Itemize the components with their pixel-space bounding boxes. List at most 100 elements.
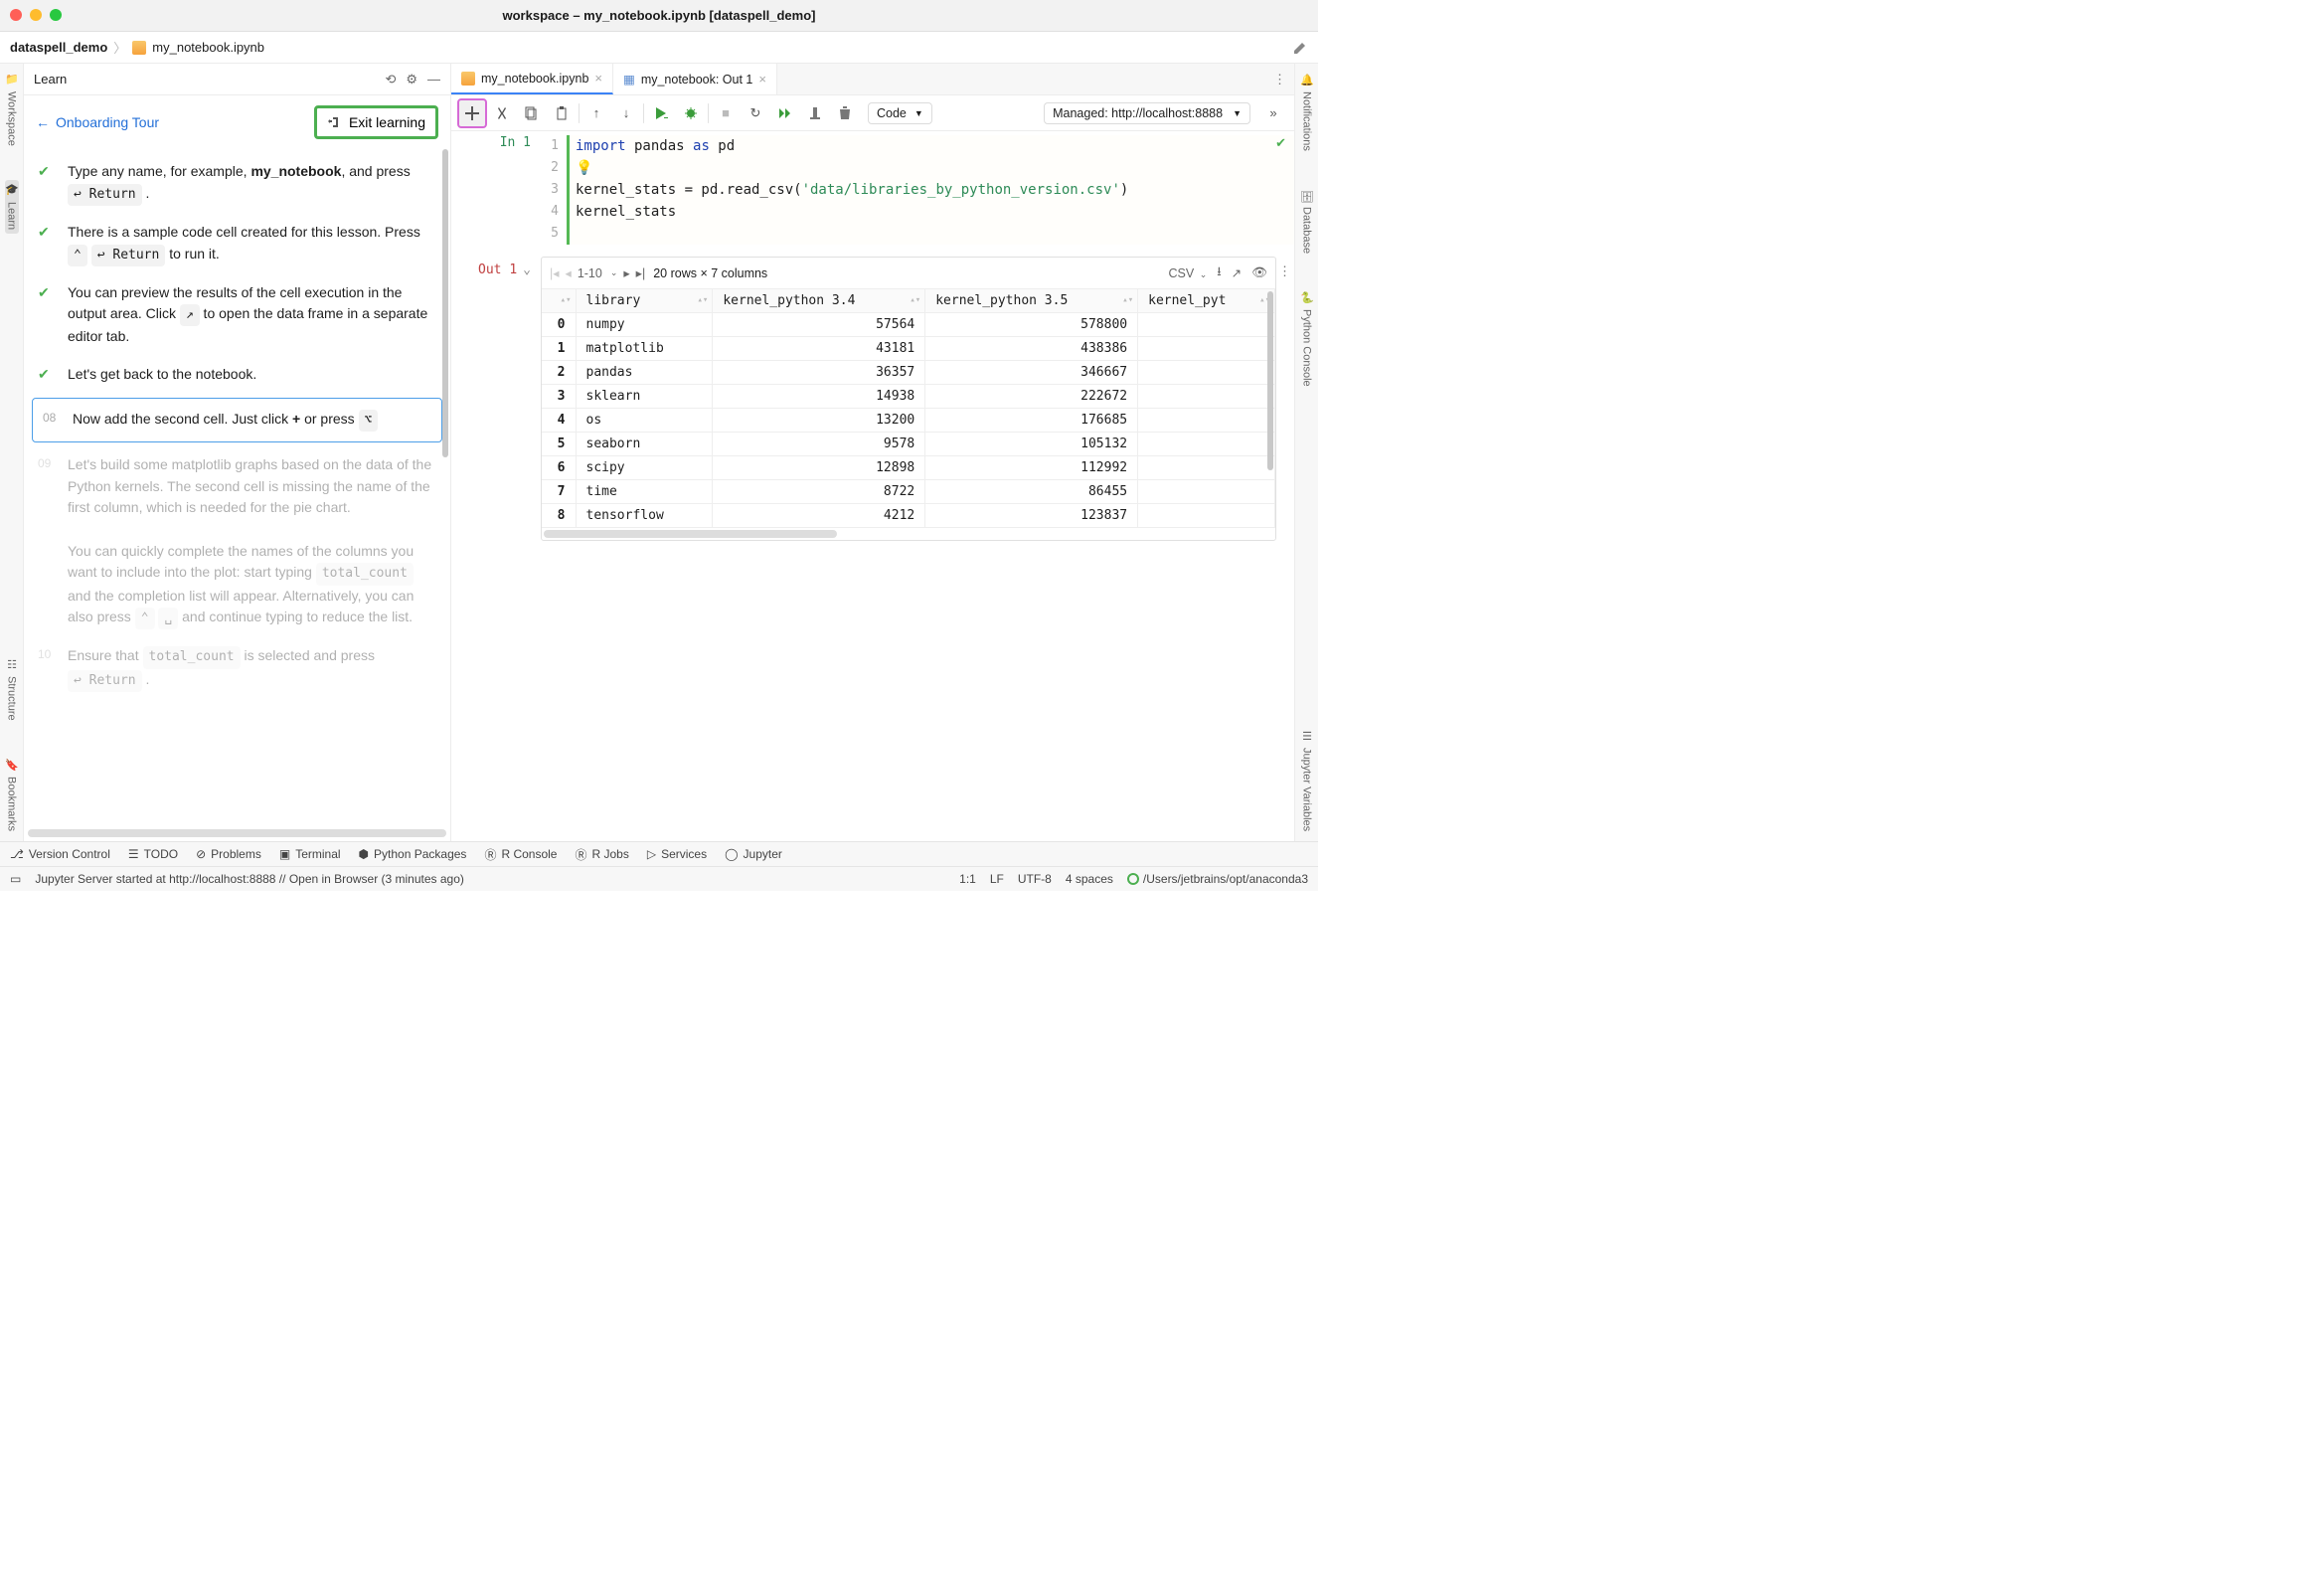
next-page-icon[interactable]: ▸ — [623, 265, 629, 280]
tw-python-packages[interactable]: ⬢Python Packages — [359, 847, 467, 861]
table-header[interactable]: kernel_python 3.4▴▾ — [713, 289, 925, 313]
scrollbar-horizontal[interactable] — [28, 829, 446, 837]
tw-todo[interactable]: ☰TODO — [128, 847, 178, 861]
interrupt-button[interactable]: ■ — [713, 100, 739, 126]
learn-step[interactable]: ✔You can preview the results of the cell… — [24, 274, 450, 357]
learn-step[interactable]: 09Let's build some matplotlib graphs bas… — [24, 446, 450, 637]
minimize-icon[interactable]: — — [427, 72, 440, 87]
table-row[interactable]: 6scipy12898112992 — [542, 456, 1275, 480]
copy-button[interactable] — [519, 100, 545, 126]
cell-type-select[interactable]: Code ▼ — [868, 102, 932, 124]
bulb-icon[interactable]: 💡 — [576, 157, 592, 179]
table-row[interactable]: 2pandas36357346667 — [542, 361, 1275, 385]
breadcrumb-file[interactable]: my_notebook.ipynb — [152, 40, 264, 55]
tw-r-console[interactable]: ⓇR Console — [484, 846, 557, 863]
table-header[interactable]: kernel_pyt▴▾ — [1138, 289, 1275, 313]
page-range[interactable]: 1-10 — [578, 266, 602, 280]
breadcrumb-project[interactable]: dataspell_demo — [10, 40, 107, 55]
data-table[interactable]: ▴▾library▴▾kernel_python 3.4▴▾kernel_pyt… — [542, 289, 1275, 528]
close-icon[interactable]: × — [594, 71, 602, 86]
download-icon[interactable]: ⭳ — [1217, 262, 1221, 283]
rail-database[interactable]: 🗄Database — [1300, 185, 1314, 258]
code-cell[interactable]: In 1 12345 import pandas as pd💡kernel_st… — [451, 135, 1294, 245]
rail-notifications[interactable]: 🔔Notifications — [1300, 70, 1314, 155]
csv-export[interactable]: CSV ⌄ — [1169, 266, 1208, 280]
last-page-icon[interactable]: ▸| — [636, 265, 646, 280]
clear-output-button[interactable] — [802, 100, 828, 126]
cut-button[interactable] — [489, 100, 515, 126]
table-row[interactable]: 5seaborn9578105132 — [542, 433, 1275, 456]
more-tabs-icon[interactable]: ⋮ — [1265, 64, 1294, 94]
move-up-button[interactable]: ↑ — [583, 100, 609, 126]
table-row[interactable]: 1matplotlib43181438386 — [542, 337, 1275, 361]
scrollbar-horizontal[interactable] — [544, 530, 837, 538]
exit-learning-button[interactable]: Exit learning — [314, 105, 438, 139]
learn-step[interactable]: 08Now add the second cell. Just click + … — [32, 398, 442, 442]
close-icon[interactable]: × — [758, 72, 766, 87]
rail-workspace[interactable]: 📁Workspace — [5, 70, 19, 150]
tw-r-jobs[interactable]: ⓇR Jobs — [575, 846, 628, 863]
status-caret[interactable]: 1:1 — [959, 872, 976, 886]
status-message[interactable]: Jupyter Server started at http://localho… — [35, 872, 464, 886]
learn-step[interactable]: ✔There is a sample code cell created for… — [24, 214, 450, 274]
zoom-window-icon[interactable] — [50, 9, 62, 21]
code-editor[interactable]: import pandas as pd💡kernel_stats = pd.re… — [567, 135, 1294, 245]
tab-notebook[interactable]: my_notebook.ipynb × — [451, 64, 613, 94]
notebook-body[interactable]: ✔ In 1 12345 import pandas as pd💡kernel_… — [451, 131, 1294, 841]
rail-bookmarks[interactable]: 🔖Bookmarks — [5, 755, 19, 835]
table-row[interactable]: 8tensorflow4212123837 — [542, 504, 1275, 528]
tw-jupyter[interactable]: ◯Jupyter — [725, 847, 782, 861]
breadcrumb[interactable]: dataspell_demo 〉 my_notebook.ipynb — [10, 38, 264, 57]
open-tab-icon[interactable]: ↗ — [1232, 265, 1242, 280]
rail-structure[interactable]: ☷Structure — [5, 654, 19, 725]
scrollbar[interactable] — [1267, 291, 1273, 470]
rail-learn[interactable]: 🎓Learn — [5, 180, 19, 234]
step-text: Now add the second cell. Just click + or… — [73, 409, 378, 432]
paste-button[interactable] — [549, 100, 575, 126]
status-interpreter[interactable]: /Users/jetbrains/opt/anaconda3 — [1127, 872, 1308, 886]
status-indent[interactable]: 4 spaces — [1066, 872, 1113, 886]
add-cell-button[interactable] — [459, 100, 485, 126]
status-notif-icon[interactable]: ▭ — [10, 872, 21, 886]
reload-icon[interactable]: ⟲ — [385, 72, 396, 87]
rail-python-console[interactable]: 🐍Python Console — [1300, 287, 1314, 391]
tab-output[interactable]: ▦ my_notebook: Out 1 × — [613, 64, 777, 94]
close-window-icon[interactable] — [10, 9, 22, 21]
move-down-button[interactable]: ↓ — [613, 100, 639, 126]
table-header[interactable]: kernel_python 3.5▴▾ — [925, 289, 1138, 313]
restart-button[interactable]: ↻ — [743, 100, 768, 126]
status-eol[interactable]: LF — [990, 872, 1004, 886]
edit-icon[interactable] — [1292, 40, 1308, 56]
kernel-select[interactable]: Managed: http://localhost:8888 ▼ — [1044, 102, 1250, 124]
tw-version-control[interactable]: ⎇Version Control — [10, 847, 110, 861]
more-toolbar-icon[interactable]: » — [1260, 100, 1286, 126]
rail-jupyter-vars[interactable]: ☰Jupyter Variables — [1300, 726, 1314, 835]
tw-services[interactable]: ▷Services — [647, 847, 707, 861]
run-all-button[interactable] — [772, 100, 798, 126]
tw-problems[interactable]: ⊘Problems — [196, 847, 261, 861]
table-row[interactable]: 4os13200176685 — [542, 409, 1275, 433]
minimize-window-icon[interactable] — [30, 9, 42, 21]
more-output-icon[interactable]: ⋮ — [1278, 263, 1291, 279]
learn-step[interactable]: ✔Type any name, for example, my_notebook… — [24, 153, 450, 214]
first-page-icon[interactable]: |◂ — [550, 265, 560, 280]
table-row[interactable]: 3sklearn14938222672 — [542, 385, 1275, 409]
learn-step[interactable]: 10Ensure that total_count is selected an… — [24, 637, 450, 699]
table-header[interactable]: ▴▾ — [542, 289, 576, 313]
table-row[interactable]: 0numpy57564578800 — [542, 313, 1275, 337]
table-header[interactable]: library▴▾ — [576, 289, 713, 313]
debug-button[interactable] — [678, 100, 704, 126]
scrollbar[interactable] — [442, 149, 448, 457]
learn-step[interactable]: ✔Let's get back to the notebook. — [24, 356, 450, 394]
gear-icon[interactable]: ⚙ — [406, 72, 417, 87]
table-row[interactable]: 7time872286455 — [542, 480, 1275, 504]
chevron-down-icon[interactable]: ⌄ — [523, 262, 531, 277]
run-cell-button[interactable] — [648, 100, 674, 126]
prev-page-icon[interactable]: ◂ — [566, 265, 572, 280]
tw-terminal[interactable]: ▣Terminal — [279, 847, 341, 861]
back-link[interactable]: ← Onboarding Tour — [36, 114, 159, 130]
delete-button[interactable] — [832, 100, 858, 126]
status-encoding[interactable]: UTF-8 — [1018, 872, 1052, 886]
eye-icon[interactable]: 👁 — [1251, 265, 1267, 280]
chevron-down-icon[interactable]: ⌄ — [610, 267, 618, 278]
